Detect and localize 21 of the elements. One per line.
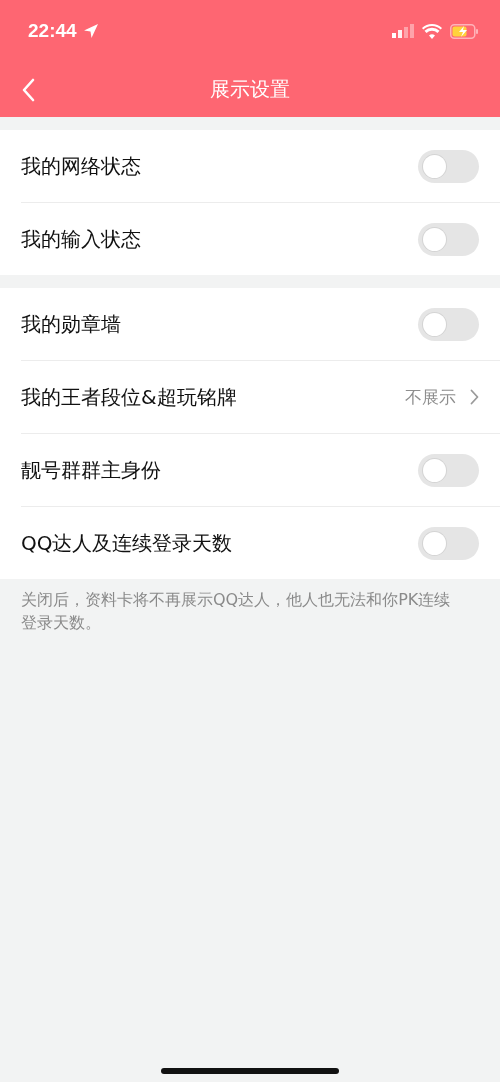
toggle-switch[interactable] xyxy=(418,526,479,560)
toggle-switch[interactable] xyxy=(418,149,479,183)
home-indicator[interactable] xyxy=(161,1068,339,1074)
location-arrow-icon xyxy=(82,23,99,39)
signal-icon xyxy=(392,24,414,38)
toggle-switch[interactable] xyxy=(418,307,479,341)
wifi-icon xyxy=(422,23,442,39)
setting-label: QQ达人及连续登录天数 xyxy=(21,529,233,557)
status-time: 22:44 xyxy=(28,20,77,42)
toggle-switch[interactable] xyxy=(418,453,479,487)
setting-label: 靓号群群主身份 xyxy=(21,456,161,484)
setting-label: 我的王者段位&超玩铭牌 xyxy=(21,383,237,411)
toggle-switch[interactable] xyxy=(418,222,479,256)
setting-label: 我的输入状态 xyxy=(21,225,141,253)
footnote-text: 关闭后，资料卡将不再展示QQ达人，他人也无法和你PK连续登录天数。 xyxy=(21,589,452,634)
setting-value: 不展示 xyxy=(405,385,456,409)
setting-label: 我的勋章墙 xyxy=(21,310,121,338)
setting-label: 我的网络状态 xyxy=(21,152,141,180)
chevron-right-icon[interactable] xyxy=(470,389,479,405)
battery-charging-icon xyxy=(450,23,478,39)
page-title: 展示设置 xyxy=(210,76,290,103)
